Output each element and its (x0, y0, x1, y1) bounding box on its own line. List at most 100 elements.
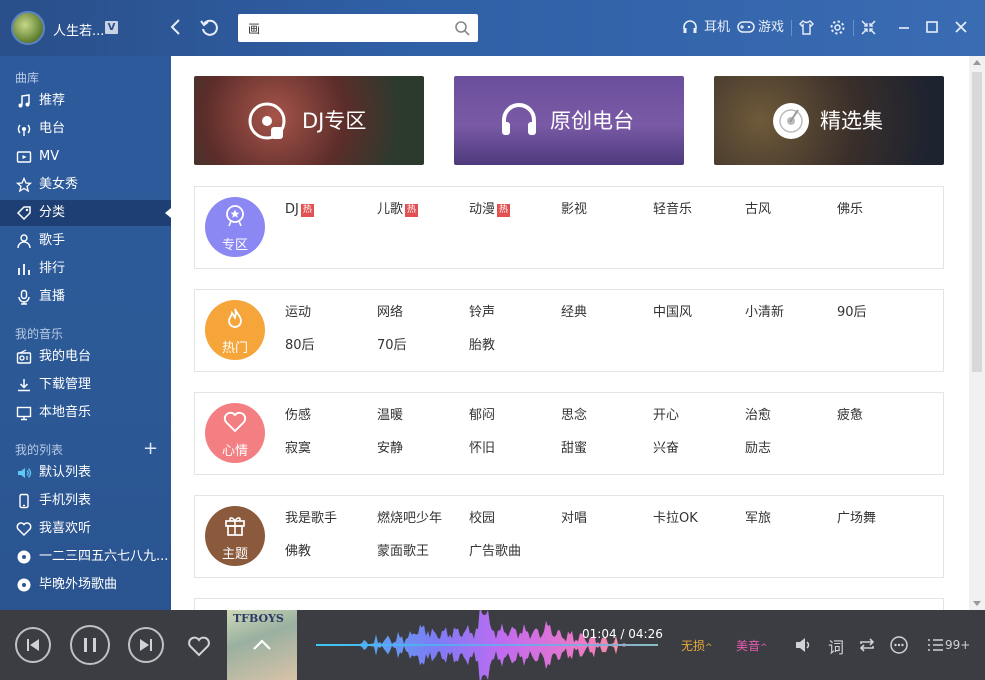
category-tag[interactable]: 铃声 (469, 304, 495, 322)
avatar[interactable] (11, 11, 45, 45)
search-input[interactable] (248, 19, 448, 37)
scrollbar[interactable] (969, 56, 985, 610)
category-tag[interactable]: 动漫热 (469, 201, 511, 219)
category-tag[interactable]: 卡拉OK (653, 510, 698, 528)
volume-icon[interactable] (793, 635, 813, 655)
category-tag[interactable]: 校园 (469, 510, 495, 528)
like-heart-icon[interactable] (187, 636, 211, 657)
category-tag[interactable]: 影视 (561, 201, 587, 219)
sidebar-item[interactable]: 默认列表 (0, 460, 171, 486)
category-tag[interactable]: 开心 (653, 407, 679, 425)
sidebar-item[interactable]: 下载管理 (0, 372, 171, 398)
banner-original-radio[interactable]: 原创电台 (454, 76, 684, 165)
sidebar-item[interactable]: 歌手 (0, 228, 171, 254)
category-tag[interactable]: 广告歌曲 (469, 543, 521, 561)
sidebar-item[interactable]: 毕晚外场歌曲 (0, 572, 171, 598)
playlist-icon[interactable] (926, 635, 946, 655)
quality-selector[interactable]: 无损^ (681, 637, 713, 654)
playlist-count[interactable]: 99+ (945, 638, 970, 652)
username[interactable]: 人生若... (53, 20, 104, 39)
category-tag-label: 中国风 (653, 305, 693, 320)
hot-badge: 热 (497, 204, 511, 217)
category-tag[interactable]: 温暖 (377, 407, 403, 425)
headphones-label[interactable]: 耳机 (704, 18, 730, 38)
category-tag[interactable]: 90后 (837, 304, 867, 322)
search-icon[interactable] (454, 20, 470, 36)
banner-dj[interactable]: DJ专区 (194, 76, 424, 165)
scroll-thumb[interactable] (972, 72, 982, 372)
category-tag[interactable]: 伤感 (285, 407, 311, 425)
category-tag[interactable]: 70后 (377, 337, 407, 355)
gamepad-icon[interactable] (737, 20, 755, 34)
category-tag[interactable]: 运动 (285, 304, 311, 322)
category-tag[interactable]: 怀旧 (469, 440, 495, 458)
sidebar-item[interactable]: 一二三四五六七八九... (0, 544, 171, 570)
previous-button[interactable] (15, 627, 51, 663)
category-tag[interactable]: 轻音乐 (653, 201, 692, 219)
category-tag[interactable]: 佛乐 (837, 201, 863, 219)
category-tag[interactable]: 寂寞 (285, 440, 311, 458)
category-tag[interactable]: 军旅 (745, 510, 771, 528)
category-tag[interactable]: 胎教 (469, 337, 495, 355)
category-tag[interactable]: 我是歌手 (285, 510, 337, 528)
category-tag[interactable]: 经典 (561, 304, 587, 322)
more-options-icon[interactable] (889, 635, 909, 655)
scroll-down-arrow[interactable] (973, 601, 981, 606)
maximize-icon[interactable] (925, 20, 939, 34)
category-tag[interactable]: 兴奋 (653, 440, 679, 458)
category-tag[interactable]: 广场舞 (837, 510, 876, 528)
back-icon[interactable] (165, 16, 187, 38)
category-tag[interactable]: 安静 (377, 440, 403, 458)
sidebar-item[interactable]: 直播 (0, 284, 171, 310)
lyrics-button[interactable]: 词 (828, 634, 844, 658)
sidebar-item[interactable]: 手机列表 (0, 488, 171, 514)
category-tag[interactable]: 郁闷 (469, 407, 495, 425)
sidebar-item[interactable]: MV (0, 144, 171, 170)
vip-badge[interactable]: V (105, 21, 118, 34)
refresh-icon[interactable] (198, 16, 220, 38)
minimize-icon[interactable] (897, 20, 911, 34)
waveform-progress[interactable] (316, 610, 658, 680)
pause-button[interactable] (70, 625, 110, 665)
scroll-up-arrow[interactable] (973, 60, 981, 65)
category-tag[interactable]: 儿歌热 (377, 201, 419, 219)
close-icon[interactable] (954, 20, 968, 34)
game-label[interactable]: 游戏 (758, 18, 784, 38)
sidebar-item[interactable]: 电台 (0, 116, 171, 142)
category-tag[interactable]: 燃烧吧少年 (377, 510, 442, 528)
category-tag-label: 铃声 (469, 305, 496, 320)
category-tag[interactable]: 佛教 (285, 543, 311, 561)
sidebar-item[interactable]: 美女秀 (0, 172, 171, 198)
category-tag[interactable]: 蒙面歌王 (377, 543, 429, 561)
next-button[interactable] (128, 627, 164, 663)
sound-effect-selector[interactable]: 美音^ (736, 637, 768, 654)
repeat-icon[interactable] (857, 635, 877, 655)
skin-shirt-icon[interactable] (798, 19, 815, 36)
category-tag[interactable]: 古风 (745, 201, 771, 219)
mini-mode-icon[interactable] (861, 20, 876, 35)
category-tag[interactable]: 网络 (377, 304, 403, 322)
category-tag[interactable]: 小清新 (745, 304, 784, 322)
headphones-icon[interactable] (682, 19, 698, 35)
sidebar-item[interactable]: 我喜欢听 (0, 516, 171, 542)
category-tag[interactable]: 疲惫 (837, 407, 863, 425)
category-tag[interactable]: 治愈 (745, 407, 771, 425)
search-box[interactable] (238, 14, 478, 42)
category-tag[interactable]: 思念 (561, 407, 587, 425)
sidebar-item[interactable]: 我的电台 (0, 344, 171, 370)
sidebar-item[interactable]: 推荐 (0, 88, 171, 114)
category-tag[interactable]: 80后 (285, 337, 315, 355)
add-list-icon[interactable]: + (143, 440, 158, 458)
category-tag[interactable]: 甜蜜 (561, 440, 587, 458)
sidebar-item[interactable]: 分类 (0, 200, 171, 226)
category-tag[interactable]: 励志 (745, 440, 771, 458)
sidebar-item[interactable]: 本地音乐 (0, 400, 171, 426)
settings-gear-icon[interactable] (829, 19, 846, 36)
album-cover[interactable]: TFBOYS (227, 610, 297, 680)
category-tag[interactable]: 中国风 (653, 304, 692, 322)
category-tag[interactable]: 对唱 (561, 510, 587, 528)
category-tag[interactable]: DJ 热 (285, 201, 314, 219)
sidebar-item[interactable]: 排行 (0, 256, 171, 282)
sidebar-item-label: 推荐 (39, 93, 66, 108)
banner-collections[interactable]: 精选集 (714, 76, 944, 165)
